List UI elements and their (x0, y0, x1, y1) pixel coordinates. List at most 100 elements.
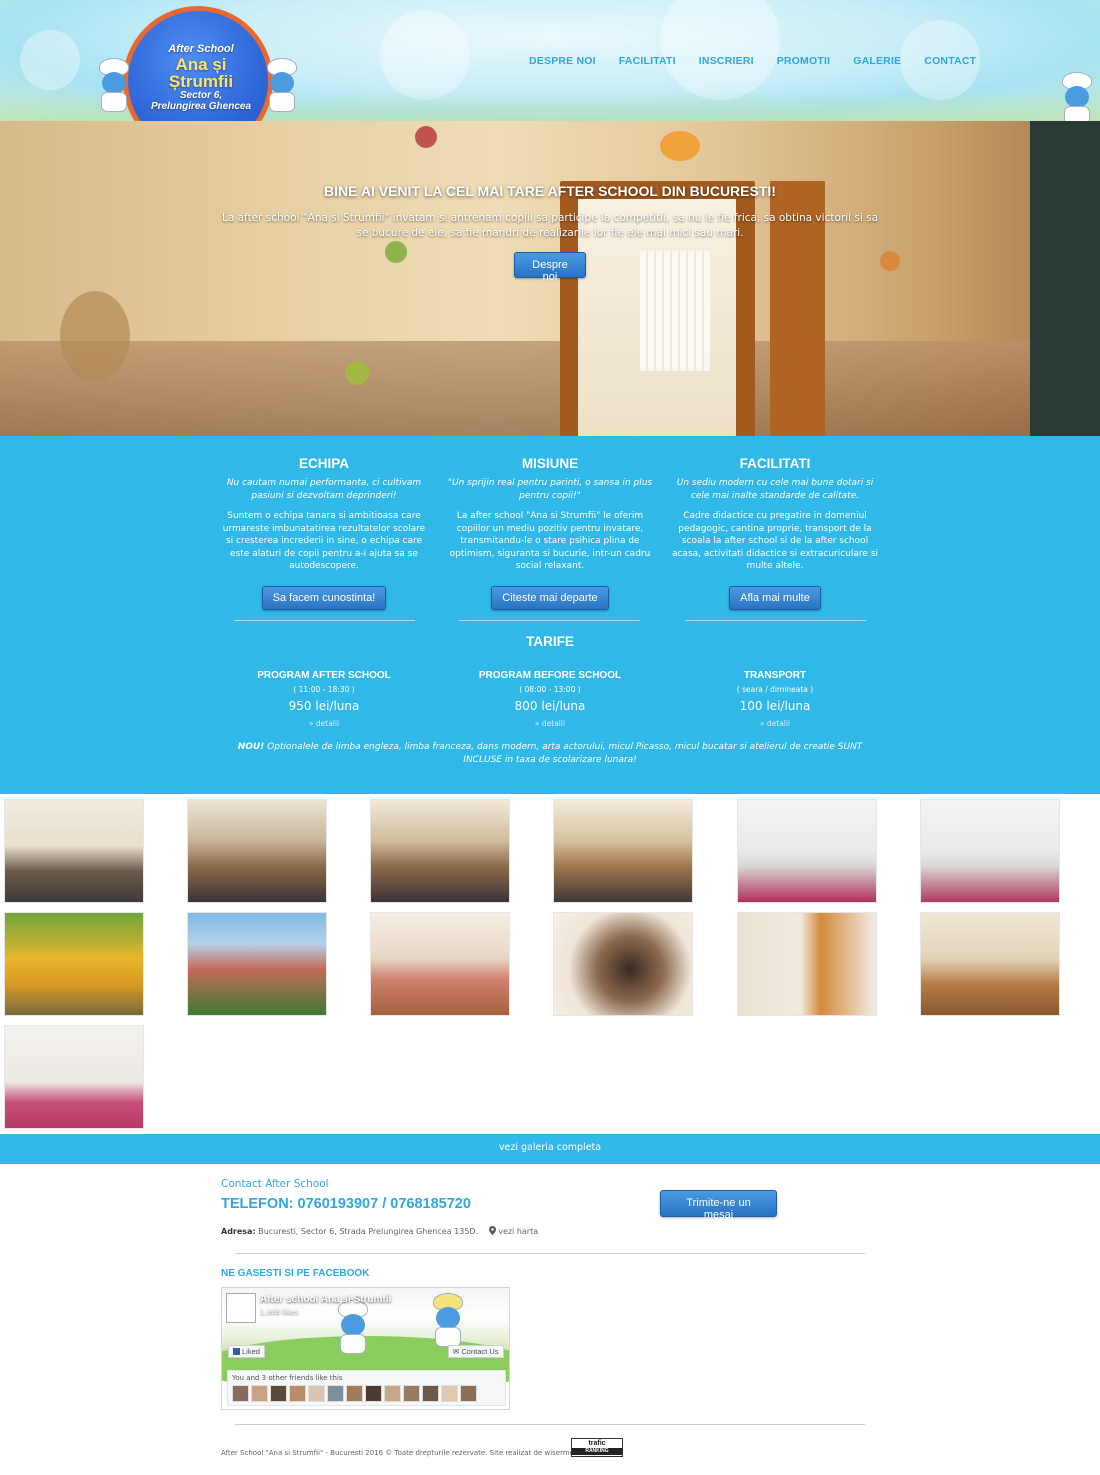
contact-section: Contact After School TELEFON: 0760193907… (0, 1164, 1100, 1475)
tarif-hours: ( 11:00 - 18:30 ) (293, 685, 355, 694)
logo-line: Prelungirea Ghencea (150, 100, 252, 112)
tarif-transport: TRANSPORT ( seara / dimineata ) 100 lei/… (675, 670, 875, 728)
tarif-price: 950 lei/luna (288, 699, 360, 713)
column-tagline: Nu cautam numai performanta, ci cultivam… (226, 478, 422, 501)
facebook-widget[interactable]: After school Ana si Strumfii 1,368 likes… (221, 1287, 510, 1410)
tarif-name: PROGRAM BEFORE SCHOOL (478, 670, 622, 681)
friend-avatar[interactable] (460, 1385, 477, 1402)
gallery-thumbnail[interactable] (4, 1025, 144, 1129)
tarif-price: 800 lei/luna (514, 699, 586, 713)
address-label: Adresa: (221, 1227, 256, 1236)
facebook-friends: You and 3 other friends like this (227, 1370, 506, 1406)
contact-label: Contact After School (221, 1178, 329, 1190)
site-header: After School Ana și Ștrumfii Sector 6, P… (0, 0, 1100, 121)
trafic-ranking-badge[interactable]: trafic RANKING (571, 1438, 623, 1457)
friend-avatar[interactable] (441, 1385, 458, 1402)
gallery-thumbnail[interactable] (370, 799, 510, 903)
nav-item-despre-noi[interactable]: DESPRE NOI (529, 55, 596, 67)
friend-avatar[interactable] (384, 1385, 401, 1402)
photo-gallery (0, 794, 1100, 1134)
map-link[interactable]: vezi harta (488, 1226, 538, 1236)
logo-line: After School (168, 43, 234, 55)
gallery-thumbnail[interactable] (4, 912, 144, 1016)
friend-avatar[interactable] (327, 1385, 344, 1402)
gallery-thumbnail[interactable] (187, 912, 327, 1016)
tarif-details-link[interactable]: » detalii (675, 719, 875, 728)
facebook-likes: 1,368 likes (260, 1308, 298, 1316)
map-pin-icon (488, 1226, 496, 1235)
contact-us-label: Contact Us (461, 1347, 499, 1356)
tarif-hours: ( 08:00 - 13:00 ) (519, 685, 581, 694)
flower-decoration (415, 126, 437, 148)
smurf-icon (332, 1300, 372, 1358)
hero-title: BINE AI VENIT LA CEL MAI TARE AFTER SCHO… (324, 183, 776, 199)
bird-decoration (660, 131, 700, 161)
logo-line: Ana și (175, 54, 227, 74)
gallery-thumbnail[interactable] (920, 912, 1060, 1016)
friend-avatar[interactable] (346, 1385, 363, 1402)
trimite-mesaj-button[interactable]: Trimite-ne un mesaj (660, 1190, 777, 1221)
nav-item-inscrieri[interactable]: INSCRIERI (699, 55, 754, 67)
nav-item-facilitati[interactable]: FACILITATI (619, 55, 676, 67)
friends-text: You and 3 other friends like this (232, 1374, 343, 1382)
gallery-thumbnail[interactable] (4, 799, 144, 903)
smurf-mascot-icon (1056, 72, 1096, 121)
bokeh-decoration (20, 30, 80, 90)
facebook-avatar[interactable] (226, 1293, 256, 1323)
tarif-before-school: PROGRAM BEFORE SCHOOL ( 08:00 - 13:00 ) … (450, 670, 650, 728)
facebook-page-name[interactable]: After school Ana si Strumfii (260, 1294, 391, 1305)
tarif-details-link[interactable]: » detalii (224, 719, 424, 728)
gallery-thumbnail[interactable] (187, 799, 327, 903)
facebook-icon (233, 1348, 240, 1355)
tarif-details-link[interactable]: » detalii (450, 719, 650, 728)
friend-avatar[interactable] (251, 1385, 268, 1402)
site-logo[interactable]: After School Ana și Ștrumfii Sector 6, P… (93, 6, 303, 121)
liked-label: Liked (242, 1347, 260, 1356)
friend-avatar[interactable] (308, 1385, 325, 1402)
column-title: MISIUNE (521, 456, 579, 471)
column-facilitati: FACILITATI Un sediu modern cu cele mai b… (670, 456, 880, 610)
vezi-galeria-link[interactable]: vezi galeria completa (0, 1134, 1100, 1164)
citeste-mai-departe-button[interactable]: Citeste mai departe (491, 586, 609, 610)
divider (685, 620, 866, 621)
tarif-hours: ( seara / dimineata ) (736, 685, 814, 694)
flower-decoration (385, 241, 407, 263)
tarife-note: NOU! Optionalele de limba engleza, limba… (225, 741, 875, 767)
divider (235, 1253, 865, 1254)
gallery-thumbnail[interactable] (370, 912, 510, 1016)
bokeh-decoration (380, 10, 470, 100)
gallery-thumbnail[interactable] (553, 912, 693, 1016)
flower-decoration (880, 251, 900, 271)
gallery-thumbnail[interactable] (920, 799, 1060, 903)
badge-top: trafic (588, 1440, 606, 1447)
friend-avatar[interactable] (270, 1385, 287, 1402)
address-text: Bucuresti, Sector 6, Strada Prelungirea … (258, 1227, 479, 1236)
tarif-name: TRANSPORT (743, 670, 807, 681)
friend-avatar[interactable] (422, 1385, 439, 1402)
sa-facem-cunostinta-button[interactable]: Sa facem cunostinta! (261, 586, 387, 610)
logo-text: After School Ana și Ștrumfii Sector 6, P… (141, 43, 261, 112)
footer-copyright: After School "Ana si Strumfii" - Bucures… (221, 1449, 594, 1457)
column-echipa: ECHIPA Nu cautam numai performanta, ci c… (219, 456, 429, 610)
gallery-thumbnail[interactable] (737, 799, 877, 903)
info-section: ECHIPA Nu cautam numai performanta, ci c… (0, 436, 1100, 794)
friend-avatar[interactable] (365, 1385, 382, 1402)
gallery-thumbnail[interactable] (737, 912, 877, 1016)
contact-phone: TELEFON: 0760193907 / 0768185720 (221, 1196, 471, 1212)
facebook-cover: After school Ana si Strumfii 1,368 likes… (222, 1288, 509, 1396)
column-misiune: MISIUNE "Un sprijin real pentru parinti,… (445, 456, 655, 610)
friend-avatar[interactable] (289, 1385, 306, 1402)
gallery-thumbnail[interactable] (553, 799, 693, 903)
nav-item-promotii[interactable]: PROMOTII (777, 55, 831, 67)
facebook-liked-button[interactable]: Liked (228, 1345, 265, 1358)
nav-item-galerie[interactable]: GALERIE (853, 55, 901, 67)
friend-avatar[interactable] (403, 1385, 420, 1402)
hero-banner: BINE AI VENIT LA CEL MAI TARE AFTER SCHO… (0, 121, 1100, 436)
smurfette-icon (427, 1293, 467, 1351)
despre-noi-button[interactable]: Despre noi (514, 252, 586, 283)
column-title: ECHIPA (298, 456, 349, 471)
nav-item-contact[interactable]: CONTACT (924, 55, 976, 67)
afla-mai-multe-button[interactable]: Afla mai multe (729, 586, 821, 610)
facebook-contact-button[interactable]: ✉ Contact Us (448, 1345, 504, 1358)
friend-avatar[interactable] (232, 1385, 249, 1402)
